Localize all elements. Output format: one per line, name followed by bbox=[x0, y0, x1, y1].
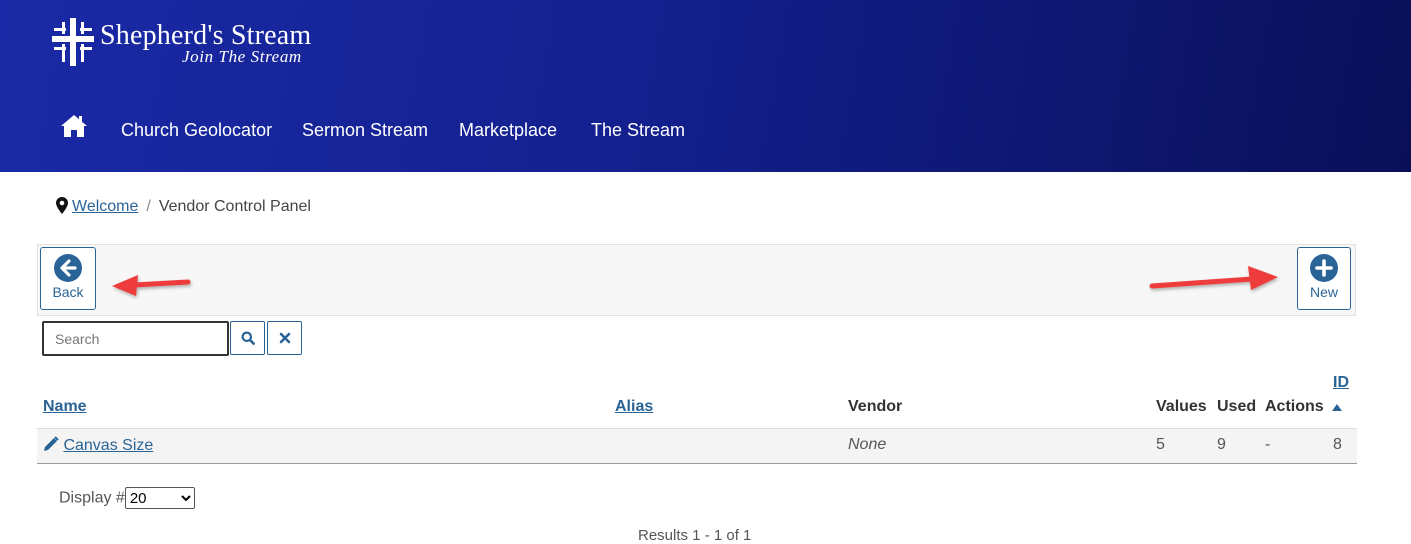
back-button[interactable]: Back bbox=[40, 247, 96, 310]
nav-item-sermon-stream[interactable]: Sermon Stream bbox=[302, 120, 428, 141]
display-count: Display #20 bbox=[59, 487, 195, 509]
column-header-name[interactable]: Name bbox=[43, 398, 87, 416]
option-name-link[interactable]: Canvas Size bbox=[63, 437, 153, 454]
map-marker-icon bbox=[56, 197, 68, 214]
close-icon bbox=[279, 332, 290, 344]
values-cell: 5 bbox=[1156, 436, 1165, 453]
column-header-vendor: Vendor bbox=[848, 398, 903, 415]
nav-item-the-stream[interactable]: The Stream bbox=[591, 120, 685, 141]
breadcrumb-separator: / bbox=[146, 198, 151, 215]
site-logo[interactable]: Shepherd's Stream Join The Stream bbox=[52, 16, 352, 72]
column-header-values: Values bbox=[1156, 398, 1207, 415]
annotation-arrow-right-icon bbox=[1149, 266, 1278, 290]
name-cell: Canvas Size bbox=[43, 436, 153, 455]
display-label: Display # bbox=[59, 489, 125, 507]
breadcrumb-welcome-link[interactable]: Welcome bbox=[72, 198, 138, 215]
id-cell: 8 bbox=[1333, 436, 1342, 453]
new-button[interactable]: New bbox=[1297, 247, 1351, 310]
search-input[interactable] bbox=[42, 321, 229, 356]
column-header-actions: Actions bbox=[1265, 398, 1324, 415]
brand-tagline: Join The Stream bbox=[182, 47, 302, 66]
results-summary: Results 1 - 1 of 1 bbox=[638, 527, 752, 544]
cross-logo-icon bbox=[52, 18, 94, 66]
column-header-id[interactable]: ID bbox=[1333, 374, 1349, 392]
breadcrumb: Welcome / Vendor Control Panel bbox=[56, 197, 311, 216]
plus-circle-icon bbox=[1310, 254, 1338, 282]
search-button[interactable] bbox=[230, 321, 265, 355]
site-header: Shepherd's Stream Join The Stream Church… bbox=[0, 0, 1411, 172]
arrow-circle-left-icon bbox=[54, 254, 82, 282]
home-icon[interactable] bbox=[60, 113, 88, 139]
search-icon bbox=[241, 331, 255, 345]
table-header: Name Alias Vendor Values Used Actions ID bbox=[37, 372, 1357, 430]
nav-item-marketplace[interactable]: Marketplace bbox=[459, 120, 557, 141]
edit-pencil-icon[interactable] bbox=[43, 436, 59, 452]
annotation-arrow-left-icon bbox=[112, 275, 191, 296]
used-cell: 9 bbox=[1217, 436, 1226, 453]
breadcrumb-current: Vendor Control Panel bbox=[158, 198, 311, 215]
new-label: New bbox=[1309, 284, 1338, 300]
display-count-select[interactable]: 20 bbox=[124, 487, 195, 509]
column-header-alias[interactable]: Alias bbox=[615, 398, 653, 416]
clear-search-button[interactable] bbox=[267, 321, 302, 355]
back-label: Back bbox=[52, 284, 84, 300]
actions-cell: - bbox=[1265, 436, 1271, 453]
sort-ascending-icon[interactable] bbox=[1332, 404, 1342, 411]
vendor-cell: None bbox=[848, 436, 887, 453]
nav-item-church-geolocator[interactable]: Church Geolocator bbox=[121, 120, 272, 141]
table-row: Canvas Size None 5 9 - 8 bbox=[37, 429, 1357, 464]
column-header-used: Used bbox=[1217, 398, 1257, 415]
